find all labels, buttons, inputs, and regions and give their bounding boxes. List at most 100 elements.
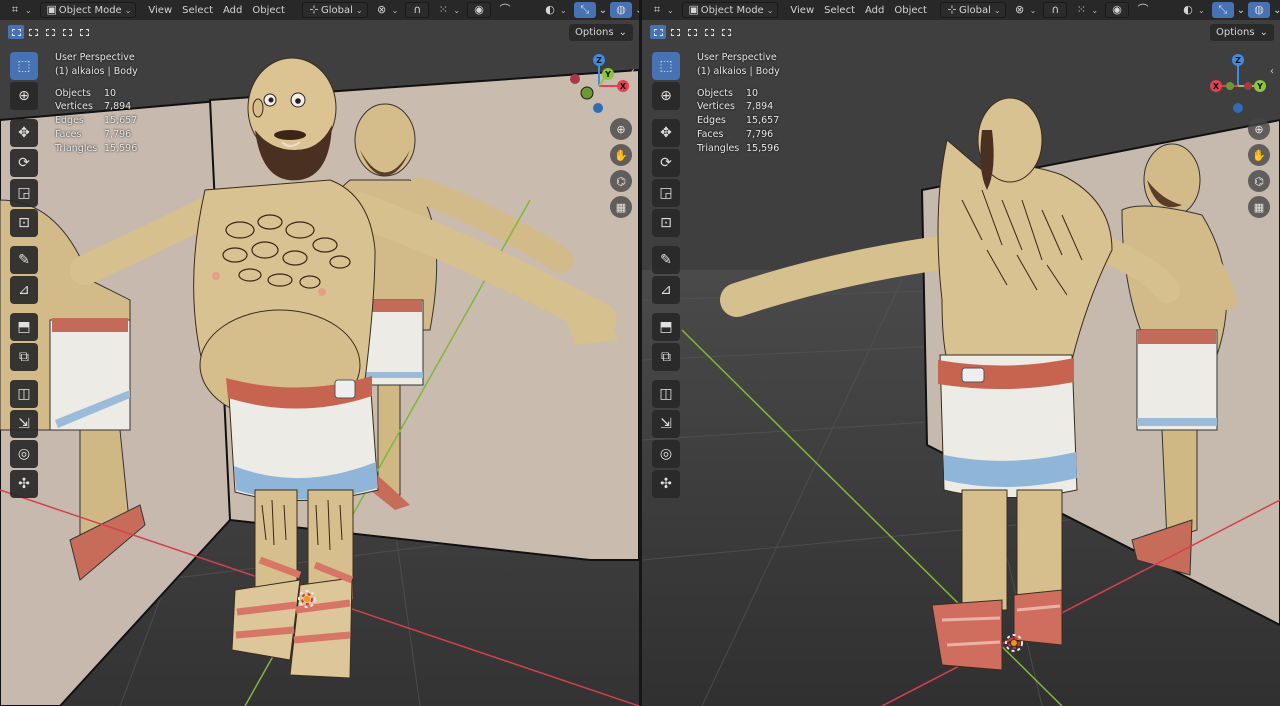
orientation-selector[interactable]: ⊹ Global ⌄ — [302, 2, 368, 18]
move-tool[interactable]: ✥ — [10, 119, 38, 147]
overlay-dropdown-icon[interactable]: ⌄ — [1273, 5, 1280, 16]
menu-view[interactable]: View — [786, 2, 818, 18]
zoom-button[interactable]: ⊕ — [1248, 118, 1270, 140]
move-tool[interactable]: ✥ — [652, 119, 680, 147]
editor-type-button[interactable]: ⌗ ⌄ — [646, 2, 678, 18]
cursor-tool[interactable]: ⊕ — [652, 82, 680, 110]
camera-button[interactable]: ⌬ — [610, 170, 632, 192]
measure-tool[interactable]: ⊿ — [10, 276, 38, 304]
measure-icon: ⊿ — [660, 282, 672, 298]
gizmo-toggle[interactable]: ⤡ — [1211, 2, 1234, 18]
select-extend-button[interactable] — [667, 25, 683, 39]
pivot-button[interactable]: ⊗ ⌄ — [1009, 2, 1041, 18]
select-intersect-button[interactable] — [718, 25, 734, 39]
sidebar-toggle-icon[interactable]: ‹ — [631, 66, 635, 77]
annotate-tool[interactable]: ✎ — [652, 246, 680, 274]
scale-tool[interactable]: ◲ — [652, 179, 680, 207]
select-invert-button[interactable] — [701, 25, 717, 39]
cursor-icon: ⊕ — [18, 88, 30, 104]
ortho-button[interactable]: ▦ — [1248, 196, 1270, 218]
gizmo-neg-y[interactable] — [580, 86, 594, 100]
select-new-button[interactable] — [8, 25, 24, 39]
falloff-button[interactable]: ⌒ — [494, 2, 516, 18]
active-object-label: (1) alkaios | Body — [55, 65, 138, 77]
gizmo-neg-x[interactable] — [570, 74, 580, 84]
navigation-gizmo[interactable]: Z X Y — [1204, 53, 1272, 115]
scale-tool[interactable]: ◲ — [10, 179, 38, 207]
extrude-tool[interactable]: ⇲ — [652, 410, 680, 438]
navigation-gizmo[interactable]: Z X Y — [565, 53, 633, 115]
visibility-button[interactable]: ◐ ⌄ — [539, 2, 571, 18]
select-extend-button[interactable] — [25, 25, 41, 39]
gizmo-dropdown-icon[interactable]: ⌄ — [599, 5, 607, 16]
transform-tool[interactable]: ⊡ — [652, 209, 680, 237]
proportional-edit-toggle[interactable]: ◉ — [1105, 2, 1130, 18]
add-cube-tool[interactable]: ⬒ — [10, 313, 38, 341]
spin-tool[interactable]: ◎ — [10, 440, 38, 468]
gizmo-neg-x[interactable] — [1244, 82, 1252, 90]
overlay-toggle[interactable]: ◍ — [1248, 2, 1271, 18]
visibility-button[interactable]: ◐ ⌄ — [1177, 2, 1209, 18]
mode-selector[interactable]: ▣ Object Mode ⌄ — [681, 2, 779, 18]
viewport-right[interactable]: ⌗ ⌄ ▣ Object Mode ⌄ View Select Add Object … — [642, 0, 1280, 706]
rotate-tool[interactable]: ⟳ — [652, 149, 680, 177]
gizmo-neg-z[interactable] — [1233, 103, 1243, 113]
pivot-button[interactable]: ⊗ ⌄ — [371, 2, 403, 18]
measure-tool[interactable]: ⊿ — [652, 276, 680, 304]
menu-select[interactable]: Select — [820, 2, 859, 18]
annotate-tool[interactable]: ✎ — [10, 246, 38, 274]
extrude-tool[interactable]: ⇲ — [10, 410, 38, 438]
add-object-icon: ⧉ — [661, 349, 671, 365]
ortho-button[interactable]: ▦ — [610, 196, 632, 218]
add-object-tool[interactable]: ⧉ — [652, 343, 680, 371]
annotate-icon: ✎ — [660, 252, 672, 268]
sidebar-toggle-icon[interactable]: ‹ — [1270, 66, 1274, 77]
select-new-button[interactable] — [650, 25, 666, 39]
rotate-tool[interactable]: ⟳ — [10, 149, 38, 177]
snap-options[interactable]: ⁙ ⌄ — [1070, 2, 1102, 18]
bevel-tool[interactable]: ◫ — [652, 380, 680, 408]
camera-button[interactable]: ⌬ — [1248, 170, 1270, 192]
cursor-tool[interactable]: ⊕ — [10, 82, 38, 110]
menu-add[interactable]: Add — [861, 2, 888, 18]
orientation-selector[interactable]: ⊹ Global ⌄ — [940, 2, 1006, 18]
snap-toggle[interactable]: ∩ — [405, 2, 430, 18]
viewport-left[interactable]: ⌗ ⌄ ▣ Object Mode ⌄ View Select Add Object … — [0, 0, 639, 706]
gizmo-neg-z[interactable] — [593, 103, 603, 113]
select-invert-button[interactable] — [59, 25, 75, 39]
bevel-tool[interactable]: ◫ — [10, 380, 38, 408]
shrink-tool[interactable]: ✣ — [652, 470, 680, 498]
gizmo-neg-y[interactable] — [1226, 82, 1234, 90]
pan-button[interactable]: ✋ — [610, 144, 632, 166]
snap-options[interactable]: ⁙ ⌄ — [432, 2, 464, 18]
menu-select[interactable]: Select — [178, 2, 217, 18]
falloff-button[interactable]: ⌒ — [1132, 2, 1154, 18]
select-box-tool[interactable]: ⬚ — [10, 52, 38, 80]
gizmo-dropdown-icon[interactable]: ⌄ — [1237, 5, 1245, 16]
transform-tool[interactable]: ⊡ — [10, 209, 38, 237]
snap-toggle[interactable]: ∩ — [1043, 2, 1068, 18]
menu-view[interactable]: View — [144, 2, 176, 18]
select-box-tool[interactable]: ⬚ — [652, 52, 680, 80]
select-subtract-button[interactable] — [42, 25, 58, 39]
options-dropdown[interactable]: Options ⌄ — [569, 24, 633, 41]
add-cube-tool[interactable]: ⬒ — [652, 313, 680, 341]
select-intersect-button[interactable] — [76, 25, 92, 39]
mode-selector[interactable]: ▣ Object Mode ⌄ — [39, 2, 137, 18]
gizmo-toggle[interactable]: ⤡ — [573, 2, 596, 18]
add-object-tool[interactable]: ⧉ — [10, 343, 38, 371]
menu-object[interactable]: Object — [890, 2, 931, 18]
overlay-toggle[interactable]: ◍ — [610, 2, 633, 18]
pan-button[interactable]: ✋ — [1248, 144, 1270, 166]
menu-object[interactable]: Object — [248, 2, 289, 18]
snap-grid-icon: ⁙ — [1076, 3, 1086, 16]
proportional-edit-toggle[interactable]: ◉ — [467, 2, 492, 18]
zoom-button[interactable]: ⊕ — [610, 118, 632, 140]
options-dropdown[interactable]: Options ⌄ — [1210, 24, 1274, 41]
shrink-tool[interactable]: ✣ — [10, 470, 38, 498]
menu-add[interactable]: Add — [219, 2, 246, 18]
spin-tool[interactable]: ◎ — [652, 440, 680, 468]
editor-type-button[interactable]: ⌗ ⌄ — [4, 2, 36, 18]
select-subtract-button[interactable] — [684, 25, 700, 39]
active-object-label: (1) alkaios | Body — [697, 65, 780, 77]
